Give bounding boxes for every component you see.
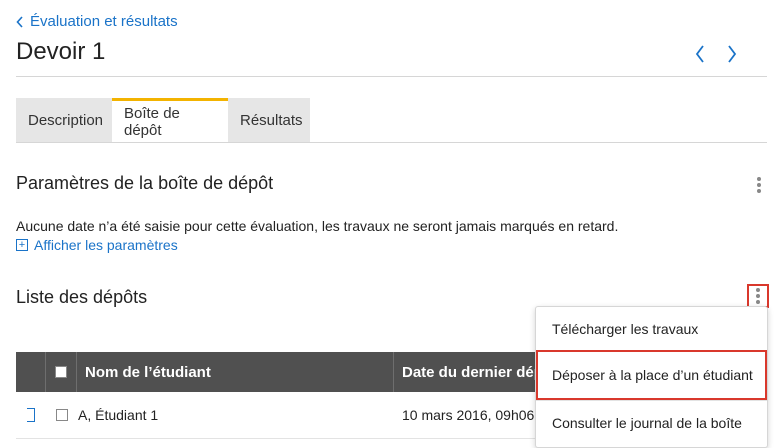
breadcrumb[interactable]: Évaluation et résultats bbox=[16, 13, 178, 30]
show-settings-link[interactable]: + Afficher les paramètres bbox=[16, 237, 178, 253]
last-submission-cell: 10 mars 2016, 09h06 bbox=[402, 407, 536, 423]
column-header-student-name[interactable]: Nom de l’étudiant bbox=[77, 352, 394, 392]
plus-box-icon: + bbox=[16, 239, 28, 251]
expand-row-button[interactable] bbox=[16, 408, 46, 422]
item-navigation bbox=[690, 44, 742, 64]
menu-item-view-dropbox-log[interactable]: Consulter le journal de la boîte bbox=[536, 401, 767, 445]
next-item-button[interactable] bbox=[722, 44, 742, 64]
menu-item-label: Consulter le journal de la boîte bbox=[552, 415, 742, 431]
tab-description[interactable]: Description bbox=[16, 98, 112, 142]
menu-item-download-submissions[interactable]: Télécharger les travaux bbox=[536, 307, 767, 351]
chevron-right-icon bbox=[728, 45, 737, 63]
tab-label: Résultats bbox=[240, 111, 303, 129]
settings-options-button[interactable] bbox=[751, 175, 767, 195]
tab-results[interactable]: Résultats bbox=[228, 98, 310, 142]
select-all-cell bbox=[46, 352, 77, 392]
tab-bar: Description Boîte de dépôt Résultats bbox=[16, 98, 310, 142]
table-row: A, Étudiant 1 10 mars 2016, 09h06 bbox=[16, 392, 536, 439]
chevron-left-icon bbox=[16, 15, 23, 28]
breadcrumb-label: Évaluation et résultats bbox=[30, 13, 178, 30]
divider bbox=[16, 142, 767, 143]
student-name[interactable]: A, Étudiant 1 bbox=[77, 407, 158, 423]
tab-label: Boîte de dépôt bbox=[124, 104, 180, 139]
row-checkbox[interactable] bbox=[55, 409, 68, 421]
column-label: Date du dernier dépô bbox=[402, 363, 536, 381]
submissions-options-menu: Télécharger les travaux Déposer à la pla… bbox=[535, 306, 768, 448]
no-date-notice: Aucune date n’a été saisie pour cette év… bbox=[16, 218, 619, 234]
tab-label: Description bbox=[28, 111, 104, 129]
student-name-cell: A, Étudiant 1 bbox=[77, 407, 402, 423]
submissions-table-header: Nom de l’étudiant Date du dernier dépô bbox=[16, 352, 536, 392]
tab-dropbox[interactable]: Boîte de dépôt bbox=[112, 98, 228, 142]
menu-item-submit-on-behalf[interactable]: Déposer à la place d’un étudiant bbox=[536, 350, 767, 400]
expand-icon bbox=[27, 408, 35, 422]
submissions-options-button[interactable] bbox=[747, 284, 769, 308]
previous-item-button[interactable] bbox=[690, 44, 710, 64]
page-title: Devoir 1 bbox=[16, 38, 106, 65]
menu-item-label: Déposer à la place d’un étudiant bbox=[552, 367, 753, 383]
row-select-cell bbox=[46, 409, 77, 421]
submissions-section-title: Liste des dépôts bbox=[16, 287, 148, 307]
column-header-last-submission[interactable]: Date du dernier dépô bbox=[394, 352, 536, 392]
column-label: Nom de l’étudiant bbox=[85, 363, 211, 381]
expand-column-header bbox=[16, 352, 46, 392]
divider bbox=[16, 76, 767, 77]
menu-item-label: Télécharger les travaux bbox=[552, 321, 699, 337]
last-submission-date: 10 mars 2016, 09h06 bbox=[402, 407, 535, 423]
show-settings-label: Afficher les paramètres bbox=[34, 237, 178, 253]
chevron-left-icon bbox=[695, 45, 704, 63]
settings-section-title: Paramètres de la boîte de dépôt bbox=[16, 173, 274, 193]
select-all-checkbox[interactable] bbox=[55, 366, 67, 378]
